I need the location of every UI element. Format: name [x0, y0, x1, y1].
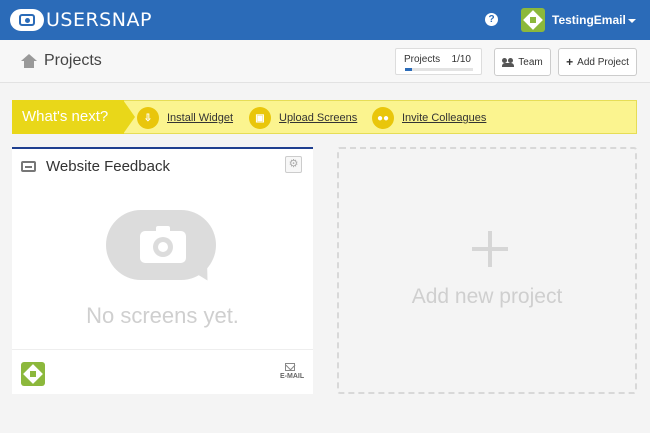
- install-widget-link[interactable]: Install Widget: [167, 112, 233, 124]
- card-footer: E-MAIL: [12, 349, 313, 394]
- projects-meter-fill: [405, 68, 412, 71]
- logo-text: USERSNAP: [46, 9, 152, 31]
- member-avatar: [21, 362, 45, 386]
- logo-camera-icon: [10, 9, 44, 31]
- help-icon[interactable]: ?: [485, 13, 498, 26]
- projects-usage-meter: Projects 1/10: [395, 48, 482, 75]
- projects-meter-count: 1/10: [451, 54, 471, 65]
- users-icon: ●●: [372, 107, 394, 129]
- download-icon: ⇩: [137, 107, 159, 129]
- team-button[interactable]: Team: [494, 48, 551, 76]
- user-name: TestingEmail: [552, 13, 626, 27]
- email-icon[interactable]: [285, 363, 295, 371]
- caret-down-icon: [627, 18, 636, 23]
- whats-next-label: What's next?: [12, 100, 124, 134]
- step-invite-colleagues[interactable]: ●● Invite Colleagues: [372, 107, 486, 129]
- camera-icon: [140, 231, 186, 263]
- whats-next-arrow: [123, 100, 135, 134]
- email-label[interactable]: E-MAIL: [280, 373, 304, 380]
- page-title: Projects: [44, 52, 102, 69]
- step-install-widget[interactable]: ⇩ Install Widget: [137, 107, 233, 129]
- plus-icon: +: [566, 55, 574, 69]
- invite-colleagues-link[interactable]: Invite Colleagues: [402, 112, 486, 124]
- user-menu[interactable]: TestingEmail: [552, 13, 636, 27]
- projects-meter-track: [405, 68, 473, 71]
- whats-next-bar: What's next? ⇩ Install Widget ▣ Upload S…: [12, 100, 637, 134]
- add-project-button-label: Add Project: [577, 56, 629, 68]
- add-new-project-label: Add new project: [411, 285, 563, 308]
- projects-meter-label: Projects: [404, 54, 441, 65]
- user-avatar[interactable]: [521, 8, 545, 32]
- project-title[interactable]: Website Feedback: [46, 158, 170, 175]
- gear-icon[interactable]: ⚙: [285, 156, 302, 173]
- inbox-icon: [21, 161, 36, 172]
- usersnap-logo[interactable]: USERSNAP: [10, 9, 152, 31]
- empty-state-text: No screens yet.: [86, 303, 239, 328]
- upload-screens-link[interactable]: Upload Screens: [279, 112, 357, 124]
- page-header: Projects: [0, 40, 650, 83]
- add-new-project-card[interactable]: Add new project: [337, 147, 637, 394]
- add-project-button[interactable]: + Add Project: [558, 48, 637, 76]
- team-icon: [502, 57, 515, 67]
- step-upload-screens[interactable]: ▣ Upload Screens: [249, 107, 357, 129]
- home-icon[interactable]: [21, 54, 37, 68]
- top-navbar: USERSNAP ? TestingEmail: [0, 0, 650, 40]
- project-card[interactable]: Website Feedback ⚙ No screens yet. E-MAI…: [12, 147, 313, 394]
- image-icon: ▣: [249, 107, 271, 129]
- team-button-label: Team: [518, 56, 543, 68]
- plus-icon: [472, 231, 508, 267]
